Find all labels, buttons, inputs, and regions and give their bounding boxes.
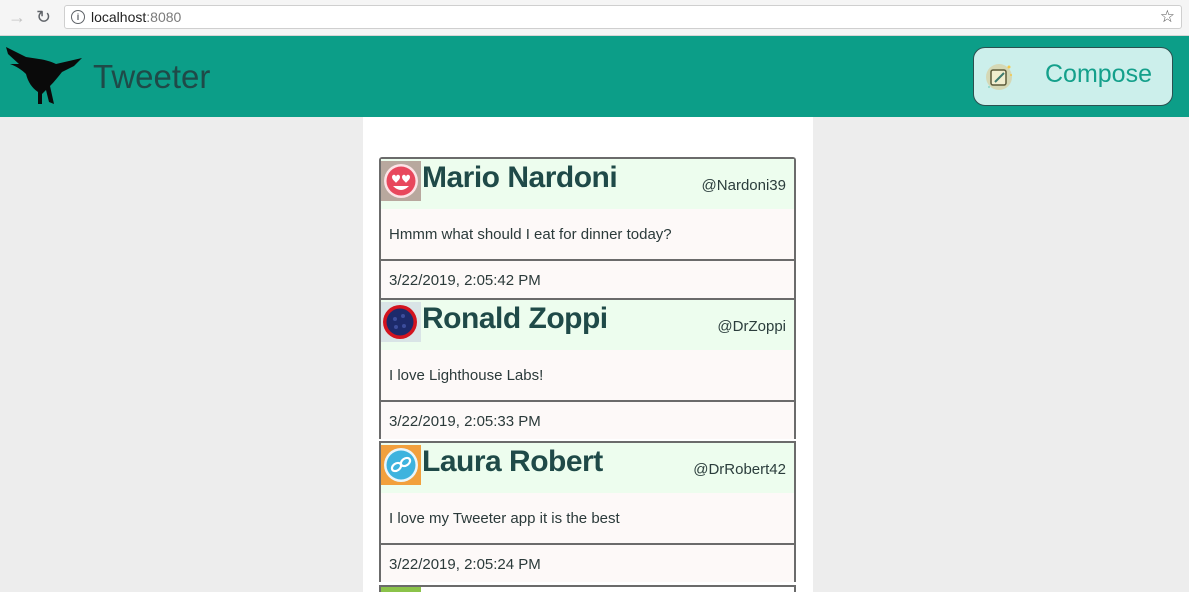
chain-link-icon (381, 445, 421, 485)
tweet-author-name: Mario Nardoni (422, 161, 618, 194)
tweet-header: Ronald Zoppi @DrZoppi (381, 300, 794, 350)
tweet-timestamp: 3/22/2019, 2:05:24 PM (389, 556, 541, 573)
app-header: Tweeter Compose (0, 36, 1189, 117)
tweet-handle[interactable]: @DrZoppi (717, 318, 786, 336)
tweet-header: Mario Nardoni @Nardoni39 (381, 159, 794, 209)
tweet-card: Ronald Zoppi @DrZoppi I love Lighthouse … (379, 298, 796, 439)
bookmark-star-icon[interactable]: ☆ (1160, 7, 1175, 27)
url-text: localhost:8080 (91, 9, 181, 25)
url-port: :8080 (146, 9, 182, 25)
tweet-card: Laura Robert @DrRobert42 I love my Tweet… (379, 441, 796, 582)
forward-arrow-icon[interactable]: → (8, 6, 26, 28)
tweet-author-name: Laura Robert (422, 445, 603, 478)
compose-button[interactable]: Compose (973, 47, 1173, 106)
heart-eyes-face-icon (381, 161, 421, 201)
browser-toolbar: → ↻ i localhost:8080 ☆ (0, 0, 1189, 36)
tweet-handle[interactable]: @DrRobert42 (693, 461, 786, 479)
tweet-header: Laura Robert @DrRobert42 (381, 443, 794, 493)
tweet-content: Hmmm what should I eat for dinner today? (381, 209, 794, 261)
avatar (381, 587, 421, 592)
tweet-author-name: Ronald Zoppi (422, 302, 608, 335)
info-icon[interactable]: i (71, 10, 85, 24)
address-bar[interactable]: i localhost:8080 ☆ (64, 5, 1182, 29)
tweet-card: Mario Nardoni @Nardoni39 Hmmm what shoul… (379, 157, 796, 298)
tweet-feed: Mario Nardoni @Nardoni39 Hmmm what shoul… (363, 117, 813, 592)
brand-title: Tweeter (93, 58, 211, 95)
tweet-card-partial (379, 585, 796, 592)
hummingbird-logo-icon (6, 47, 82, 104)
reload-icon[interactable]: ↻ (36, 6, 51, 28)
tweet-timestamp: 3/22/2019, 2:05:33 PM (389, 413, 541, 430)
tweet-handle[interactable]: @Nardoni39 (702, 177, 786, 195)
tweet-content: I love Lighthouse Labs! (381, 350, 794, 402)
tweet-timestamp: 3/22/2019, 2:05:42 PM (389, 272, 541, 289)
tweet-content: I love my Tweeter app it is the best (381, 493, 794, 545)
url-host: localhost (91, 9, 147, 25)
compose-pencil-icon (986, 64, 1012, 90)
dark-ball-icon (381, 302, 421, 342)
compose-label: Compose (1045, 60, 1152, 88)
